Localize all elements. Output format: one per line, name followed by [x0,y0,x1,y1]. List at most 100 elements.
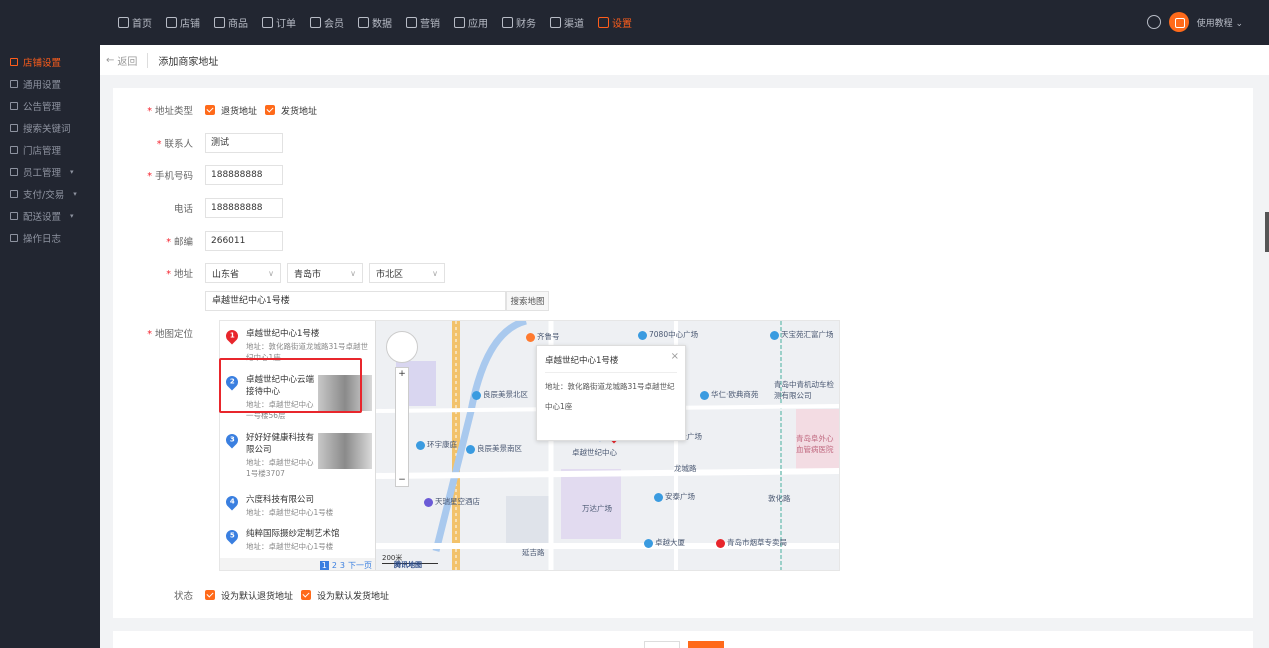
close-icon[interactable]: × [671,351,679,362]
arrow-left-icon: ← [106,54,115,66]
address-row: * 地址 山东省 ∨ 青岛市 ∨ 市北区 ∨ [113,263,451,283]
sidebar-item-payment[interactable]: 支付/交易 ▾ [0,183,100,205]
contact-label: 联系人 [164,139,193,150]
save-button[interactable] [688,641,724,648]
selected-result-highlight [219,358,362,413]
poi-label: 天瑞星空酒店 [424,496,480,507]
sidebar-item-store-settings[interactable]: 店铺设置 [0,51,100,73]
zoom-in-button[interactable]: + [396,368,408,380]
sidebar-item-delivery[interactable]: 配送设置 ▾ [0,205,100,227]
map-zoom-control: + − [386,331,418,487]
goods-icon [214,17,225,28]
staff-icon [10,168,18,176]
general-settings-icon [10,80,18,88]
nav-finance[interactable]: 财务 [502,15,536,30]
result-item[interactable]: 5 纯粹国际摄纱定制艺术馆 地址：卓越世纪中心1号楼 [220,527,375,552]
result-address: 地址：卓越世纪中心1号楼 [246,542,334,551]
poi-label: 安泰广场 [654,491,695,502]
nav-app[interactable]: 应用 [454,15,488,30]
contact-input[interactable]: 测试 [205,133,283,153]
ship-address-checkbox[interactable] [265,105,276,115]
result-item[interactable]: 3 好好好健康科技有限公司 地址：卓越世纪中心1号楼3707 [220,431,375,479]
poi-label: 龙城路 [674,464,697,473]
page-2-button[interactable]: 2 [332,561,337,570]
sidebar-item-staff[interactable]: 员工管理 ▾ [0,161,100,183]
map-pin-icon: 1 [223,327,241,345]
shop-icon [10,146,18,154]
search-map-button[interactable]: 搜索地图 [506,291,549,311]
result-pager: 1 2 3 下一页 [220,558,375,571]
map-pin-icon: 5 [223,527,241,545]
scrollbar[interactable] [1265,212,1269,252]
nav-settings[interactable]: 设置 [598,15,632,30]
chevron-down-icon: ▾ [73,190,77,198]
nav-store[interactable]: 店铺 [166,15,200,30]
poi-label: 万达广场 [582,504,612,513]
address-type-row: * 地址类型 退货地址 发货地址 [113,103,325,117]
address-type-label: 地址类型 [154,106,193,117]
result-title: 好好好健康科技有限公司 [246,433,315,455]
sidebar-item-general[interactable]: 通用设置 [0,73,100,95]
nav-data[interactable]: 数据 [358,15,392,30]
info-title: 卓越世纪中心1号楼 [545,354,677,373]
main-content: ← 返回 添加商家地址 * 地址类型 退货地址 发货地址 * 联系人 测试 * 手机号码… [100,45,1269,648]
poi-label: 卓越大厦 [644,537,685,548]
notice-icon [10,102,18,110]
home-icon [118,17,129,28]
return-address-checkbox[interactable] [205,105,215,115]
chevron-down-icon: ∨ [350,268,356,278]
top-navbar: 首页 店铺 商品 订单 会员 数据 营销 应用 财务 渠道 设置 使用教程 ⌄ [0,0,1269,45]
finance-icon [502,17,513,28]
sidebar-item-notice[interactable]: 公告管理 [0,95,100,117]
order-icon [262,17,273,28]
default-return-checkbox[interactable] [205,590,215,600]
district-select[interactable]: 市北区 ∨ [369,263,445,283]
chevron-down-icon: ∨ [268,268,274,278]
back-button[interactable]: ← 返回 [106,52,149,68]
province-select[interactable]: 山东省 ∨ [205,263,281,283]
nav-channel[interactable]: 渠道 [550,15,584,30]
sidebar-item-keywords[interactable]: 搜索关键词 [0,117,100,139]
next-page-button[interactable]: 下一页 [348,560,372,571]
download-icon[interactable] [1146,15,1161,29]
result-item[interactable]: 4 六度科技有限公司 地址：卓越世纪中心1号楼 [220,493,375,518]
mobile-input[interactable]: 188888888 [205,165,283,185]
zipcode-input[interactable]: 266011 [205,231,283,251]
phone-row: 电话 188888888 [113,198,283,218]
map-logo: 腾讯地图 [394,561,422,569]
address-detail-input[interactable]: 卓越世纪中心1号楼 [205,291,506,311]
member-icon [310,17,321,28]
city-select[interactable]: 青岛市 ∨ [287,263,363,283]
sidebar-item-shops[interactable]: 门店管理 [0,139,100,161]
default-ship-checkbox[interactable] [301,590,312,600]
zoom-slider[interactable]: + − [395,367,409,487]
zipcode-label: 邮编 [173,237,193,248]
map-canvas[interactable]: + − 齐鲁号 7080中心广场 天宝苑汇富广场 良辰美景北区 华仁·欧典商苑 … [376,321,839,570]
nav-member[interactable]: 会员 [310,15,344,30]
sidebar-item-log[interactable]: 操作日志 [0,227,100,249]
info-address: 地址：敦化路街道龙城路31号卓越世纪中心1座 [545,382,675,411]
poi-label: 良辰美景南区 [466,443,522,454]
app-icon [454,17,465,28]
page-3-button[interactable]: 3 [340,561,345,570]
result-title: 六度科技有限公司 [246,495,315,505]
poi-label: 环宇康庭 [416,439,457,450]
nav-goods[interactable]: 商品 [214,15,248,30]
keyword-icon [10,124,18,132]
map-pan-control[interactable] [386,331,418,363]
phone-label: 电话 [173,204,193,215]
nav-marketing[interactable]: 营销 [406,15,440,30]
avatar[interactable] [1168,12,1189,32]
phone-input[interactable]: 188888888 [205,198,283,218]
map-row: * 地图定位 [147,329,193,340]
nav-order[interactable]: 订单 [262,15,296,30]
poi-label: 齐鲁号 [526,331,560,342]
cancel-button[interactable] [644,641,680,648]
map-info-window: 卓越世纪中心1号楼 × 地址：敦化路街道龙城路31号卓越世纪中心1座 [536,345,686,441]
nav-home[interactable]: 首页 [118,15,152,30]
zoom-out-button[interactable]: − [396,474,408,486]
page-1-button[interactable]: 1 [319,560,329,570]
tutorial-link[interactable]: 使用教程 ⌄ [1197,16,1243,29]
status-row: 状态 设为默认退货地址 设为默认发货地址 [113,588,397,602]
map-label: 地图定位 [154,329,193,340]
